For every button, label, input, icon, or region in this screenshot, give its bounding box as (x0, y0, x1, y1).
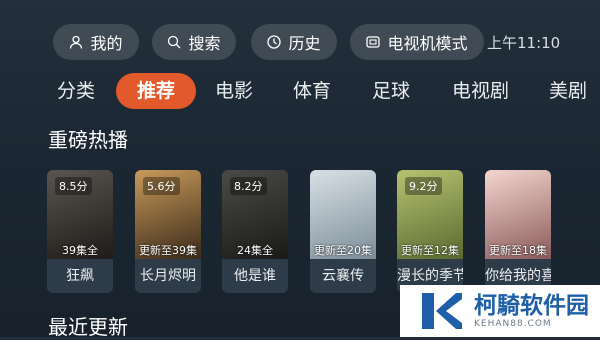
section-title-recent: 最近更新 (48, 315, 128, 339)
category-tabs: 分类 推荐 电影 体育 足球 电视剧 美剧 (0, 73, 600, 109)
history-label: 历史 (288, 34, 321, 53)
tab-sports[interactable]: 体育 (293, 73, 331, 109)
watermark-url: KEHAN88.COM (474, 319, 552, 329)
rating-badge: 5.6分 (143, 177, 180, 195)
watermark-name: 柯騎软件园 (474, 293, 589, 319)
tab-recommend[interactable]: 推荐 (116, 73, 196, 109)
video-card[interactable]: 5.6分 更新至39集 长月烬明 (135, 170, 201, 293)
tab-movies[interactable]: 电影 (215, 73, 253, 109)
video-card[interactable]: 8.5分 39集全 狂飙 (47, 170, 113, 293)
episode-status: 24集全 (237, 244, 273, 257)
clock-time: 上午11:10 (487, 34, 561, 52)
section-title-hot: 重磅热播 (48, 128, 128, 152)
rating-badge: 8.2分 (230, 177, 267, 195)
rating-badge: 9.2分 (405, 177, 442, 195)
video-card[interactable]: 9.2分 更新至12集 漫长的季节 (397, 170, 463, 293)
rating-badge: 8.5分 (55, 177, 92, 195)
episode-status: 39集全 (62, 244, 98, 257)
tv-mode-label: 电视机模式 (387, 34, 468, 53)
video-title: 狂飙 (47, 259, 113, 293)
search-label: 搜索 (188, 34, 221, 53)
screen-mode-icon (366, 36, 381, 48)
mine-label: 我的 (90, 34, 123, 53)
episode-status: 更新至20集 (314, 244, 372, 257)
tab-tv-series[interactable]: 电视剧 (452, 73, 509, 109)
tab-us-series[interactable]: 美剧 (549, 73, 587, 109)
episode-status: 更新至18集 (489, 244, 547, 257)
video-title: 云襄传 (310, 259, 376, 293)
clock-icon (267, 35, 282, 49)
episode-status: 更新至12集 (401, 244, 459, 257)
video-card[interactable]: 更新至20集 云襄传 (310, 170, 376, 293)
search-button[interactable]: 搜索 (152, 24, 236, 60)
history-button[interactable]: 历史 (251, 24, 337, 60)
video-card[interactable]: 更新至18集 你给我的喜欢 (485, 170, 551, 293)
site-watermark: 柯騎软件园 KEHAN88.COM (400, 285, 600, 337)
tab-football[interactable]: 足球 (372, 73, 410, 109)
episode-status: 更新至39集 (139, 244, 197, 257)
tab-category[interactable]: 分类 (57, 73, 95, 109)
tv-mode-button[interactable]: 电视机模式 (350, 24, 484, 60)
search-icon (168, 35, 181, 49)
video-card[interactable]: 8.2分 24集全 他是谁 (222, 170, 288, 293)
kehan-logo-icon (422, 293, 462, 329)
mine-button[interactable]: 我的 (53, 24, 139, 60)
video-title: 他是谁 (222, 259, 288, 293)
video-title: 长月烬明 (135, 259, 201, 293)
user-icon (70, 35, 83, 49)
